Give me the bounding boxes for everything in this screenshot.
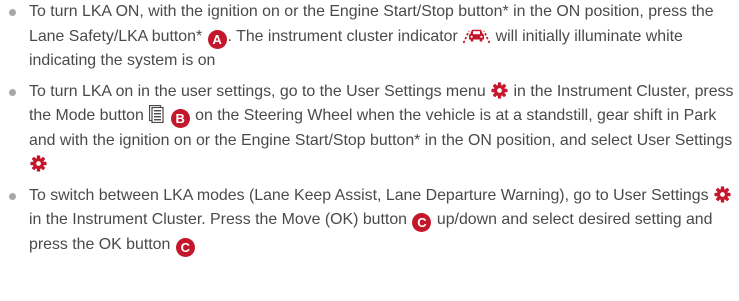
gear-icon [714, 185, 731, 203]
bullet-dot [9, 88, 16, 96]
list-item-lka-on: To turn LKA ON, with the ignition on or … [0, 0, 739, 74]
item-text: To switch between LKA modes (Lane Keep A… [29, 186, 709, 204]
lka-car-indicator-icon [463, 28, 491, 44]
item-text: . The instrument cluster indicator [227, 27, 458, 45]
callout-badge-c: C [175, 237, 195, 257]
gear-icon [30, 155, 47, 172]
callout-badge-b: B [170, 109, 190, 128]
gear-icon [491, 81, 508, 99]
callout-badge-c: C [412, 213, 432, 232]
list-item-switch-modes: To switch between LKA modes (Lane Keep A… [0, 184, 739, 258]
instructions-document: To turn LKA ON, with the ignition on or … [0, 0, 739, 301]
list-item-user-settings: To turn LKA on in the user settings, go … [0, 80, 739, 178]
mode-button-icon [149, 105, 164, 123]
callout-badge-a: A [207, 29, 227, 49]
bullet-dot [9, 9, 16, 16]
bullet-dot [9, 192, 16, 200]
item-text: To turn LKA on in the user settings, go … [29, 82, 486, 100]
item-text: in the Instrument Cluster. Press the Mov… [29, 211, 408, 228]
instruction-list: To turn LKA ON, with the ignition on or … [0, 0, 739, 257]
